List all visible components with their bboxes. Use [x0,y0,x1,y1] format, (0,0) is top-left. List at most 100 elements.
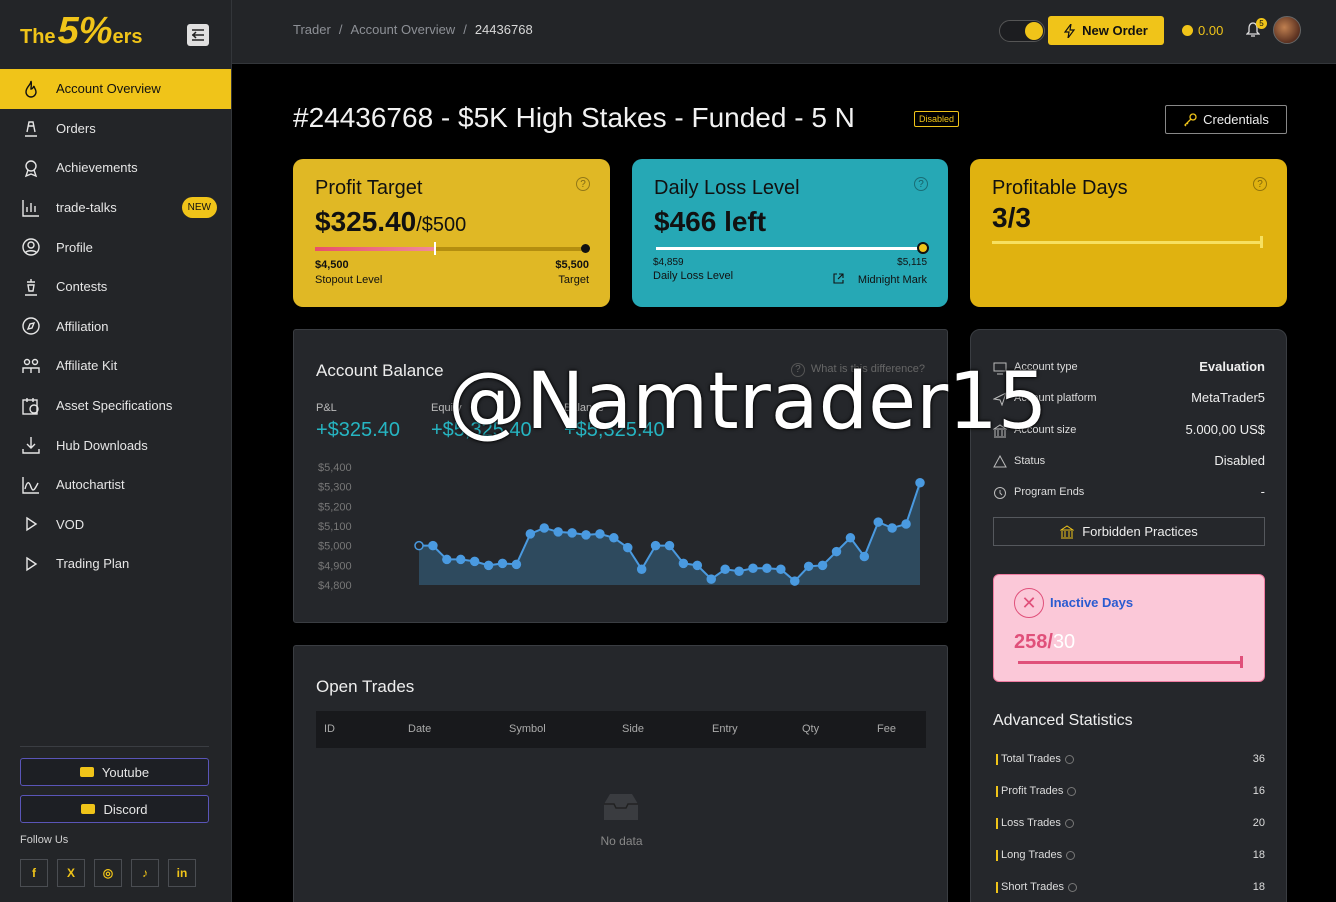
profit-target-title: Profit Target [315,177,423,199]
balance-point[interactable] [901,519,911,529]
linkedin-icon[interactable]: in [168,859,196,887]
balance-point[interactable] [539,523,549,533]
balance-point[interactable] [636,564,647,575]
help-icon[interactable]: ? [1253,177,1267,191]
moon-icon [1025,22,1043,40]
col-qty[interactable]: Qty [802,723,819,735]
help-icon[interactable] [1067,786,1077,796]
sidebar-item-affiliation[interactable]: Affiliation [0,307,231,347]
balance-point[interactable] [678,558,689,569]
brand-logo[interactable]: The 5% ers [20,10,143,50]
balance-point[interactable] [414,540,424,551]
col-symbol[interactable]: Symbol [509,723,546,735]
info-value: 5.000,00 US$ [1185,422,1265,437]
balance-point[interactable] [859,551,870,562]
balance-point[interactable] [469,556,480,567]
balance-point[interactable] [567,528,577,538]
crumb-account-overview[interactable]: Account Overview [350,22,455,37]
discord-button[interactable]: Discord [20,795,209,823]
balance-point[interactable] [817,560,828,571]
external-link-icon[interactable] [833,273,844,284]
profitable-days-card: Profitable Days ? 3/3 [970,159,1287,307]
facebook-icon[interactable]: f [20,859,48,887]
col-id[interactable]: ID [324,723,335,735]
balance-chart[interactable]: $5,400 $5,300 $5,200 $5,100 $5,000 $4,900 $4,8… [294,455,949,595]
profitable-days-progress [992,241,1262,244]
balance-point[interactable] [609,533,619,543]
balance-point[interactable] [692,560,703,571]
balance-point[interactable] [442,554,452,565]
balance-point[interactable] [831,546,842,557]
new-badge: NEW [181,196,217,218]
col-side[interactable]: Side [622,723,644,735]
help-icon[interactable]: ? [914,177,928,191]
col-entry[interactable]: Entry [712,723,738,735]
help-icon[interactable] [1067,882,1077,892]
new-order-button[interactable]: New Order [1048,16,1164,45]
help-icon[interactable] [1064,818,1074,828]
balance-point[interactable] [456,554,466,565]
balance-point[interactable] [706,574,716,584]
credentials-button[interactable]: Credentials [1165,105,1287,134]
balance-point[interactable] [915,477,925,488]
help-icon[interactable] [1064,754,1074,764]
stopout-label: Stopout Level [315,274,383,286]
balance-point[interactable] [553,527,563,537]
theme-toggle[interactable] [999,20,1045,42]
balance-point[interactable] [650,540,661,551]
sidebar-item-trade-talks[interactable]: trade-talks NEW [0,188,231,228]
balance-point[interactable] [734,566,744,576]
crumb-trader[interactable]: Trader [293,22,331,37]
help-icon[interactable]: ? [576,177,590,191]
sidebar-item-trading-plan[interactable]: Trading Plan [0,544,231,584]
balance-point[interactable] [762,563,772,574]
sidebar-item-contests[interactable]: Contests [0,267,231,307]
balance-point[interactable] [776,564,786,575]
balance-point[interactable] [748,563,758,574]
coin-balance[interactable]: 0.00 [1182,23,1223,38]
balance-point[interactable] [887,523,897,533]
sidebar-item-asset-specifications[interactable]: Asset Specifications [0,386,231,426]
chart-bars-icon [21,198,41,218]
help-icon[interactable] [1066,850,1076,860]
sidebar-item-vod[interactable]: VOD [0,505,231,545]
balance-point[interactable] [623,542,633,553]
balance-point[interactable] [664,540,675,551]
balance-point[interactable] [790,576,800,586]
y-tick-label: $5,200 [318,501,352,513]
instagram-icon[interactable]: ◎ [94,859,122,887]
balance-point[interactable] [873,517,883,527]
stat-bar [996,850,998,861]
sidebar-item-hub-downloads[interactable]: Hub Downloads [0,425,231,465]
avatar[interactable] [1273,16,1301,44]
balance-point[interactable] [428,540,438,551]
balance-point[interactable] [497,558,508,569]
balance-point[interactable] [803,561,814,572]
sidebar-item-label: Contests [56,279,108,295]
advanced-statistics-title: Advanced Statistics [993,712,1133,729]
forbidden-practices-button[interactable]: Forbidden Practices [993,517,1265,546]
youtube-button[interactable]: Youtube [20,758,209,786]
x-icon[interactable]: X [57,859,85,887]
col-fee[interactable]: Fee [877,723,896,735]
sidebar-item-affiliate-kit[interactable]: Affiliate Kit [0,346,231,386]
balance-point[interactable] [595,529,605,539]
balance-point[interactable] [525,529,536,539]
balance-point[interactable] [845,533,856,543]
balance-point[interactable] [511,559,522,570]
sidebar-item-profile[interactable]: Profile [0,227,231,267]
balance-point[interactable] [483,560,494,571]
sidebar-item-orders[interactable]: Orders [0,109,231,149]
balance-point[interactable] [720,564,730,575]
balance-point[interactable] [581,530,591,540]
stat-key: Short Trades [1001,881,1077,893]
info-value: Evaluation [1199,359,1265,374]
tiktok-icon[interactable]: ♪ [131,859,159,887]
sidebar-item-autochartist[interactable]: Autochartist [0,465,231,505]
sidebar-item-achievements[interactable]: Achievements [0,148,231,188]
collapse-sidebar-button[interactable] [187,24,209,46]
sidebar-item-account-overview[interactable]: Account Overview [0,69,231,109]
discord-label: Discord [103,801,148,817]
target-dot [581,244,590,253]
col-date[interactable]: Date [408,723,431,735]
